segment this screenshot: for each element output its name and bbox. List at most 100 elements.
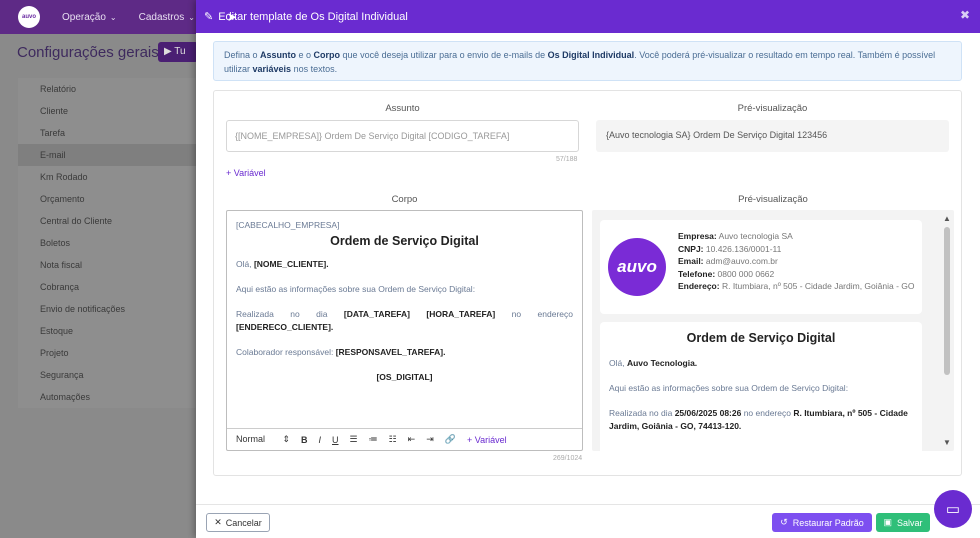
subject-counter: 57/188	[556, 156, 578, 163]
preview-done-mid: no endereço	[741, 408, 794, 418]
subject-add-variable-button[interactable]: + Variável	[226, 168, 266, 178]
settings-sidebar: Relatório Cliente Tarefa E-mail Km Rodad…	[18, 78, 198, 408]
cancel-button[interactable]: ✕ Cancelar	[206, 513, 270, 532]
close-icon[interactable]: ✖	[960, 8, 970, 22]
edit-template-modal: ✎ Editar template de Os Digital Individu…	[196, 0, 980, 538]
restore-default-button[interactable]: ↺ Restaurar Padrão	[772, 513, 872, 532]
editor-responsible: Colaborador responsável: [RESPONSAVEL_TA…	[236, 346, 573, 359]
editor-toolbar: Normal ⇕ B I U ☰ ≔ ☷ ⇤ ⇥ 🔗 + Variável	[227, 428, 582, 450]
done-word: no	[511, 309, 522, 319]
subject-label: Assunto	[385, 103, 420, 114]
done-word: no	[290, 309, 300, 319]
nav-cadastros-label: Cadastros	[138, 11, 185, 23]
preview-done-line: Realizada no dia 25/06/2025 08:26 no end…	[609, 407, 913, 433]
cnpj-value: 10.426.136/0001-11	[705, 243, 782, 254]
nav-operacao[interactable]: Operação ⌄	[62, 12, 117, 23]
link-icon[interactable]: 🔗	[445, 434, 456, 445]
sidebar-item[interactable]: Projeto	[18, 342, 198, 364]
sidebar-item[interactable]: Cliente	[18, 100, 198, 122]
chat-icon[interactable]: ▭	[934, 490, 972, 528]
subject-input[interactable]: {[NOME_EMPRESA]} Ordem De Serviço Digita…	[226, 120, 579, 152]
scroll-up-icon[interactable]: ▲	[942, 214, 952, 223]
preview-title: Ordem de Serviço Digital	[686, 331, 836, 345]
email-row: Email: adm@auvo.com.br	[678, 255, 918, 268]
editor-content[interactable]: [CABECALHO_EMPRESA] Ordem de Serviço Dig…	[227, 211, 582, 404]
greeting-text: Olá,	[236, 259, 254, 269]
subject-preview-label: Pré-visualização	[737, 103, 808, 114]
scroll-down-icon[interactable]: ▼	[942, 438, 952, 447]
tutorial-button[interactable]: ▶ Tu	[158, 42, 198, 62]
bold-button[interactable]: B	[301, 435, 308, 445]
email-label: Email:	[678, 256, 704, 266]
chevron-down-icon: ⌄	[188, 12, 195, 22]
bullet-list-icon[interactable]: ☷	[389, 434, 397, 445]
restore-label: Restaurar Padrão	[792, 517, 864, 528]
info-os-digital: Os Digital Individual	[547, 50, 635, 60]
nav-cadastros[interactable]: Cadastros ⌄	[139, 12, 195, 23]
phone-label: Telefone:	[678, 268, 716, 279]
address-value: R. Itumbiara, nº 505 - Cidade Jardim, Go…	[721, 281, 915, 291]
save-icon: ▣	[883, 517, 892, 527]
sidebar-item[interactable]: Estoque	[18, 320, 198, 342]
format-select-value: Normal	[236, 434, 266, 444]
sidebar-item[interactable]: Automações	[18, 386, 198, 408]
header-variable: [CABECALHO_EMPRESA]	[236, 220, 340, 230]
address-row: Endereço: R. Itumbiara, nº 505 - Cidade …	[678, 280, 918, 293]
company-info: Empresa: Auvo tecnologia SA CNPJ: 10.426…	[678, 230, 918, 293]
cnpj-label: CNPJ:	[678, 243, 704, 254]
sidebar-item-active[interactable]: E-mail	[18, 144, 198, 166]
subject-preview: {Auvo tecnologia SA} Ordem De Serviço Di…	[596, 120, 949, 152]
sidebar-item[interactable]: Nota fiscal	[18, 254, 198, 276]
indent-icon[interactable]: ⇥	[426, 434, 434, 445]
sidebar-item[interactable]: Segurança	[18, 364, 198, 386]
info-text: que você deseja utilizar para o envio de…	[340, 50, 548, 60]
save-button[interactable]: ▣ Salvar	[876, 513, 930, 532]
info-assunto: Assunto	[260, 50, 297, 60]
editor-greeting: Olá, [NOME_CLIENTE].	[236, 258, 573, 271]
body-counter: 269/1024	[553, 455, 583, 462]
close-icon: ✕	[214, 517, 222, 527]
underline-button[interactable]: U	[332, 435, 339, 445]
ordered-list-icon[interactable]: ≔	[369, 434, 378, 445]
app-logo[interactable]: auvo	[18, 6, 40, 28]
done-word: dia	[316, 309, 328, 319]
company-value: Auvo tecnologia SA	[718, 231, 793, 241]
company-header-card: auvo Empresa: Auvo tecnologia SA CNPJ: 1…	[600, 220, 922, 314]
editor-os-line: [OS_DIGITAL]	[236, 371, 573, 384]
tutorial-button-label: Tu	[174, 46, 186, 57]
italic-button[interactable]: I	[319, 435, 322, 445]
info-variaveis: variáveis	[252, 64, 292, 74]
preview-greeting-text: Olá,	[609, 358, 627, 368]
scroll-thumb[interactable]	[944, 227, 950, 375]
phone-value: 0800 000 0662	[717, 268, 775, 279]
done-word: endereço	[537, 309, 573, 319]
body-add-variable-button[interactable]: + Variável	[467, 435, 507, 445]
editor-address: [ENDERECO_CLIENTE].	[236, 321, 573, 334]
sidebar-item[interactable]: Cobrança	[18, 276, 198, 298]
info-text: e o	[296, 50, 314, 60]
align-left-icon[interactable]: ☰	[350, 434, 358, 445]
format-select[interactable]: Normal ⇕	[236, 434, 290, 445]
page-title: Configurações gerais	[17, 44, 159, 61]
sidebar-item[interactable]: Central do Cliente	[18, 210, 198, 232]
sidebar-item[interactable]: Boletos	[18, 232, 198, 254]
restore-icon: ↺	[780, 517, 788, 527]
sidebar-item[interactable]: Orçamento	[18, 188, 198, 210]
info-text: nos textos.	[291, 64, 338, 74]
hour-variable: [HORA_TAREFA]	[426, 309, 496, 319]
preview-greeting: Olá, Auvo Tecnologia.	[609, 357, 913, 370]
cnpj-row: CNPJ: 10.426.136/0001-11	[678, 243, 918, 256]
sidebar-item[interactable]: Envio de notificações	[18, 298, 198, 320]
address-variable: [ENDERECO_CLIENTE].	[236, 322, 334, 332]
outdent-icon[interactable]: ⇤	[408, 434, 416, 445]
company-label: Empresa:	[678, 231, 717, 241]
sidebar-item[interactable]: Relatório	[18, 78, 198, 100]
info-corpo: Corpo	[313, 50, 341, 60]
sidebar-item[interactable]: Tarefa	[18, 122, 198, 144]
sort-arrows-icon: ⇕	[282, 434, 290, 444]
phone-row: Telefone: 0800 000 0662	[678, 268, 918, 281]
body-editor[interactable]: [CABECALHO_EMPRESA] Ordem de Serviço Dig…	[226, 210, 583, 451]
preview-datetime: 25/06/2025 08:26	[674, 408, 742, 418]
preview-scrollbar[interactable]: ▲ ▼	[942, 214, 952, 447]
sidebar-item[interactable]: Km Rodado	[18, 166, 198, 188]
